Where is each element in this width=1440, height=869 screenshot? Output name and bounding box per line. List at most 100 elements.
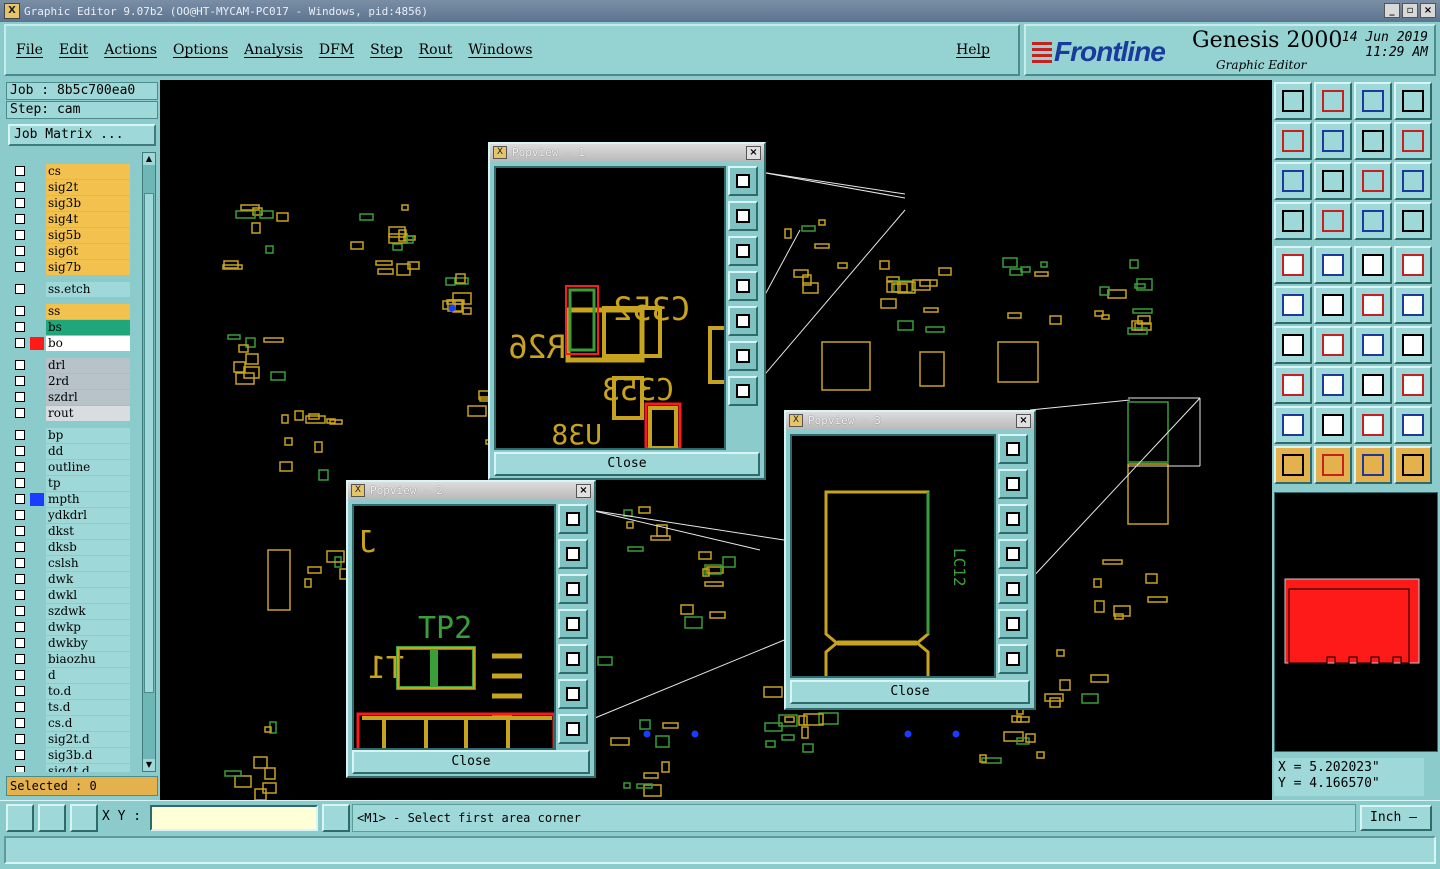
- pan-right-icon[interactable]: [998, 574, 1028, 604]
- layer-checkbox[interactable]: [15, 284, 25, 294]
- layer-name[interactable]: dwk: [46, 572, 130, 587]
- layer-name[interactable]: mpth: [46, 492, 130, 507]
- menu-windows[interactable]: Windows: [468, 42, 532, 58]
- graphic-canvas[interactable]: Popview - 1 X × C352 R26 C353 U38 Close …: [160, 80, 1272, 800]
- zoom-window-icon[interactable]: [998, 434, 1028, 464]
- layer-row-ydkdrl[interactable]: ydkdrl: [8, 508, 132, 523]
- pan-left-icon[interactable]: [998, 539, 1028, 569]
- layer-name[interactable]: dwkby: [46, 636, 130, 651]
- layer-row-sig4t[interactable]: sig4t: [8, 212, 132, 227]
- units-selector[interactable]: Inch —: [1360, 805, 1432, 831]
- layer-name[interactable]: sig4t: [46, 212, 130, 227]
- layer-name[interactable]: drl: [46, 358, 130, 373]
- scroll-down-icon[interactable]: ▼: [143, 759, 155, 771]
- zoom-window-icon[interactable]: [728, 166, 758, 196]
- zoom-in-icon[interactable]: [558, 714, 588, 744]
- layer-checkbox[interactable]: [15, 262, 25, 272]
- popview-3-view[interactable]: LC12: [790, 434, 996, 678]
- pan-up-icon[interactable]: [998, 469, 1028, 499]
- layer-row-ss[interactable]: ss: [8, 304, 132, 319]
- layer-name[interactable]: dksb: [46, 540, 130, 555]
- layer-row-dwkp[interactable]: dwkp: [8, 620, 132, 635]
- pan-up-icon[interactable]: [558, 539, 588, 569]
- layer-name[interactable]: bp: [46, 428, 130, 443]
- layer-row-drl[interactable]: drl: [8, 358, 132, 373]
- zoom-fit-icon[interactable]: [1314, 162, 1352, 200]
- info-icon[interactable]: [322, 804, 350, 832]
- scale-icon[interactable]: [1354, 162, 1392, 200]
- layer-name[interactable]: cs.d: [46, 716, 130, 731]
- popview-1-close-button[interactable]: Close: [494, 452, 760, 476]
- layer-checkbox[interactable]: [15, 686, 25, 696]
- layer-row-sig6t[interactable]: sig6t: [8, 244, 132, 259]
- layer-checkbox[interactable]: [15, 526, 25, 536]
- maximize-button[interactable]: ▫: [1402, 3, 1418, 18]
- pan-down-icon[interactable]: [558, 574, 588, 604]
- layer-checkbox[interactable]: [15, 408, 25, 418]
- layer-name[interactable]: sig2t: [46, 180, 130, 195]
- popview-3-close-button[interactable]: Close: [790, 680, 1030, 704]
- angle-icon[interactable]: [1274, 326, 1312, 364]
- zoom-box-icon[interactable]: [1354, 366, 1392, 404]
- layer-row-mpth[interactable]: mpth: [8, 492, 132, 507]
- layer-checkbox[interactable]: [15, 392, 25, 402]
- move-icon[interactable]: [1314, 366, 1352, 404]
- layer-name[interactable]: ss.etch: [46, 282, 130, 297]
- menu-options[interactable]: Options: [173, 42, 228, 58]
- arc-icon[interactable]: [1354, 326, 1392, 364]
- swap-icon[interactable]: [1394, 122, 1432, 160]
- triangle4-icon[interactable]: [1394, 406, 1432, 444]
- layer-name[interactable]: to.d: [46, 684, 130, 699]
- layer-name[interactable]: biaozhu: [46, 652, 130, 667]
- point2-icon[interactable]: [1394, 286, 1432, 324]
- layer-row-bp[interactable]: bp: [8, 428, 132, 443]
- layer-checkbox[interactable]: [15, 670, 25, 680]
- line-blue-icon[interactable]: [1314, 326, 1352, 364]
- layer-checkbox[interactable]: [15, 214, 25, 224]
- layer-row-sig3b[interactable]: sig3b: [8, 196, 132, 211]
- layer-row-szdwk[interactable]: szdwk: [8, 604, 132, 619]
- layer-checkbox[interactable]: [15, 558, 25, 568]
- layer-row-outline[interactable]: outline: [8, 460, 132, 475]
- layer-name[interactable]: sig4t.d: [46, 764, 130, 772]
- layer-name[interactable]: sig3b.d: [46, 748, 130, 763]
- menu-analysis[interactable]: Analysis: [244, 42, 303, 58]
- help-icon[interactable]: [1394, 162, 1432, 200]
- layer-name[interactable]: ss: [46, 304, 130, 319]
- menu-actions[interactable]: Actions: [104, 42, 157, 58]
- layer-row-sig5b[interactable]: sig5b: [8, 228, 132, 243]
- pointer3-icon[interactable]: [1354, 446, 1392, 484]
- select-icon[interactable]: [1274, 366, 1312, 404]
- popview-1-view[interactable]: C352 R26 C353 U38: [494, 166, 726, 450]
- layer-checkbox[interactable]: [15, 322, 25, 332]
- layer-row-dwk[interactable]: dwk: [8, 572, 132, 587]
- cross-icon[interactable]: [1314, 286, 1352, 324]
- menu-help[interactable]: Help: [956, 42, 990, 58]
- layer-checkbox[interactable]: [15, 654, 25, 664]
- layer-name[interactable]: dd: [46, 444, 130, 459]
- layer-row-dkst[interactable]: dkst: [8, 524, 132, 539]
- pan-down-icon[interactable]: [728, 236, 758, 266]
- grid-toggle-icon[interactable]: [1314, 202, 1352, 240]
- layer-checkbox[interactable]: [15, 750, 25, 760]
- xy-input[interactable]: [150, 805, 318, 831]
- snap-red2-icon[interactable]: [1394, 202, 1432, 240]
- layer-name[interactable]: ts.d: [46, 700, 130, 715]
- layer-row-d[interactable]: d: [8, 668, 132, 683]
- layer-name[interactable]: bo: [46, 336, 130, 351]
- layer-checkbox[interactable]: [15, 338, 25, 348]
- layer-row-tp[interactable]: tp: [8, 476, 132, 491]
- pan-right-icon[interactable]: [558, 644, 588, 674]
- triangle2-icon[interactable]: [1314, 406, 1352, 444]
- zoom-in-icon[interactable]: [728, 376, 758, 406]
- grid-icon[interactable]: [70, 804, 98, 832]
- layer-name[interactable]: dwkl: [46, 588, 130, 603]
- triangle3-icon[interactable]: [1354, 406, 1392, 444]
- layer-checkbox[interactable]: [15, 376, 25, 386]
- save-icon[interactable]: [1314, 82, 1352, 120]
- pointer2-icon[interactable]: [1314, 446, 1352, 484]
- layer-row-sig4t-d[interactable]: sig4t.d: [8, 764, 132, 772]
- split-icon[interactable]: [1394, 326, 1432, 364]
- layer-name[interactable]: bs: [46, 320, 130, 335]
- layer-row-to-d[interactable]: to.d: [8, 684, 132, 699]
